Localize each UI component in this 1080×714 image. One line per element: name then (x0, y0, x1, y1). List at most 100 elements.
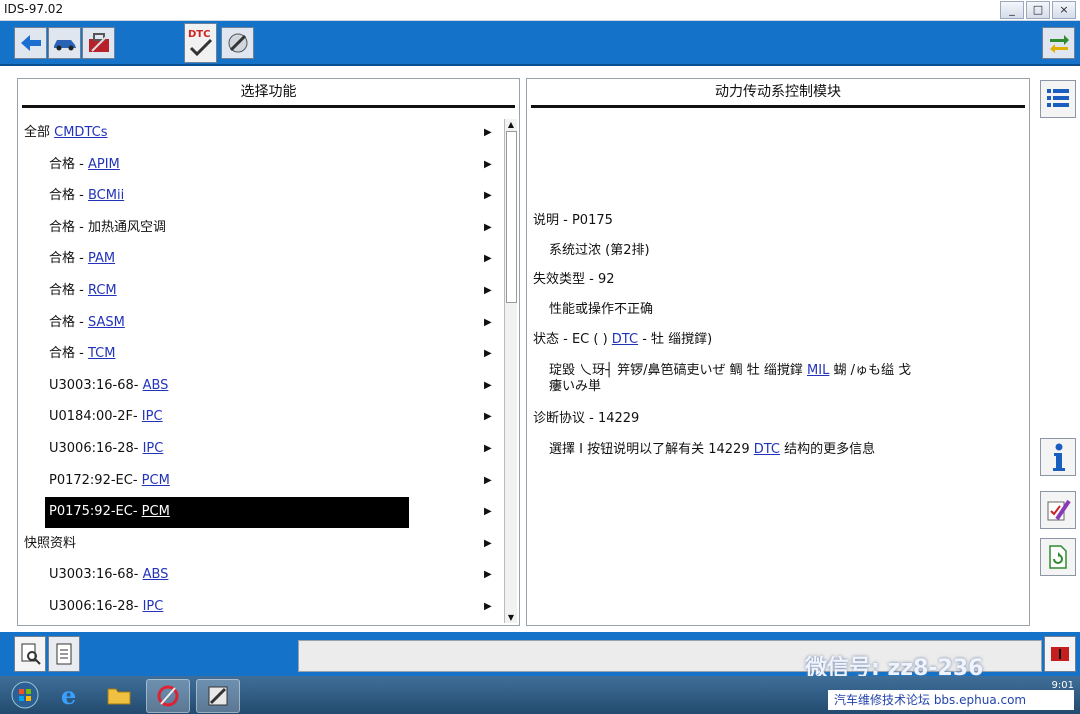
module-link[interactable]: ABS (143, 567, 169, 582)
list-item[interactable]: 合格 - BCMii ▶ (18, 182, 502, 210)
maximize-button[interactable]: □ (1026, 1, 1050, 19)
expand-arrow-icon[interactable]: ▶ (484, 309, 492, 337)
info-button[interactable] (1040, 438, 1076, 476)
list-item-prefix: 合格 - (49, 346, 88, 362)
expand-arrow-icon[interactable]: ▶ (484, 340, 492, 368)
start-button[interactable] (4, 679, 46, 711)
expand-arrow-icon[interactable]: ▶ (484, 498, 492, 526)
exit-icon (1051, 647, 1069, 661)
detail-text: 蝴 /ゅも缢 戈 (829, 363, 912, 378)
list-item-label: 合格 - TCM (49, 340, 115, 368)
list-group-row[interactable]: 快照资料 ▶ (18, 530, 502, 558)
close-button[interactable]: × (1052, 1, 1076, 19)
detail-text: 失效类型 - 92 (533, 272, 615, 287)
list-view-button[interactable] (1040, 80, 1076, 118)
list-item-prefix: P0175:92-EC- (49, 504, 142, 520)
dtc-tab-button[interactable]: DTC (184, 23, 217, 63)
list-item[interactable]: U0184:00-2F- IPC ▶ (18, 403, 502, 431)
expand-arrow-icon[interactable]: ▶ (484, 151, 492, 179)
list-item-label: 合格 - RCM (49, 277, 117, 305)
notepad-icon (56, 643, 72, 665)
list-item-label: 合格 - BCMii (49, 182, 124, 210)
module-link[interactable]: IPC (143, 441, 164, 456)
expand-arrow-icon[interactable]: ▶ (484, 214, 492, 242)
list-item[interactable]: U3006:16-28- IPC ▶ (18, 435, 502, 463)
vehicle-button[interactable] (48, 27, 81, 59)
scroll-up-icon[interactable]: ▲ (506, 119, 516, 130)
list-item[interactable]: 合格 - SASM ▶ (18, 309, 502, 337)
list-item[interactable]: 合格 - APIM ▶ (18, 151, 502, 179)
list-item[interactable]: 合格 - RCM ▶ (18, 277, 502, 305)
detail-link[interactable]: DTC (612, 332, 638, 347)
expand-arrow-icon[interactable]: ▶ (484, 182, 492, 210)
checklist-button[interactable] (1040, 491, 1076, 529)
module-link[interactable]: IPC (142, 409, 163, 424)
wrench-icon (208, 686, 228, 706)
list-item-label: 合格 - APIM (49, 151, 120, 179)
dtc-icon: DTC (188, 29, 212, 57)
expand-arrow-icon[interactable]: ▶ (484, 277, 492, 305)
refresh-document-button[interactable] (1040, 538, 1076, 576)
detail-text: 性能或操作不正确 (549, 302, 654, 317)
car-icon (53, 40, 76, 51)
module-link[interactable]: CMDTCs (54, 125, 107, 140)
list-item-label: U0184:00-2F- IPC (49, 403, 163, 431)
taskbar-app-2[interactable] (196, 679, 240, 713)
back-arrow-button[interactable] (14, 27, 47, 59)
list-item-prefix: 合格 - (49, 314, 88, 330)
detail-line: 说明 - P0175 (533, 209, 613, 228)
module-link[interactable]: ABS (143, 378, 169, 393)
detail-line: 诊断协议 - 14229 (533, 407, 639, 426)
document-search-icon (21, 643, 41, 665)
taskbar-ie[interactable]: e (50, 679, 92, 711)
module-link[interactable]: BCMii (88, 188, 124, 203)
taskbar-explorer[interactable] (98, 679, 140, 711)
toolbox-tab-button[interactable] (221, 27, 254, 59)
module-link[interactable]: TCM (88, 346, 115, 361)
expand-arrow-icon[interactable]: ▶ (484, 435, 492, 463)
expand-arrow-icon[interactable]: ▶ (484, 530, 492, 558)
list-item-label: U3006:16-28- IPC (49, 435, 163, 463)
expand-arrow-icon[interactable]: ▶ (484, 561, 492, 589)
taskbar-app-1[interactable] (146, 679, 190, 713)
toolbox-icon (88, 33, 109, 52)
expand-arrow-icon[interactable]: ▶ (484, 403, 492, 431)
list-item[interactable]: 合格 - PAM ▶ (18, 245, 502, 273)
module-link[interactable]: PAM (88, 251, 115, 266)
module-link[interactable]: APIM (88, 157, 120, 172)
swap-button[interactable] (1042, 27, 1075, 59)
detail-link[interactable]: DTC (754, 442, 780, 457)
list-item[interactable]: P0175:92-EC- PCM ▶ (18, 497, 502, 529)
internet-explorer-icon: e (61, 682, 76, 708)
notes-tab-button[interactable] (48, 636, 80, 672)
top-toolbar: DTC (0, 21, 1080, 66)
detail-line: 失效类型 - 92 (533, 268, 615, 287)
module-link[interactable]: PCM (142, 473, 170, 488)
list-item[interactable]: 合格 - 加热通风空调 ▶ (18, 214, 502, 242)
list-scrollbar[interactable]: ▲ ▼ (504, 119, 517, 623)
scroll-down-icon[interactable]: ▼ (506, 612, 516, 623)
scroll-thumb[interactable] (506, 131, 517, 303)
module-link[interactable]: RCM (88, 283, 117, 298)
module-link[interactable]: PCM (142, 504, 170, 519)
session-tab-button[interactable] (14, 636, 46, 672)
minimize-button[interactable]: _ (1000, 1, 1024, 19)
expand-arrow-icon[interactable]: ▶ (484, 593, 492, 621)
detail-link[interactable]: MIL (807, 363, 829, 378)
module-link[interactable]: IPC (143, 599, 164, 614)
list-item[interactable]: P0172:92-EC- PCM ▶ (18, 467, 502, 495)
expand-arrow-icon[interactable]: ▶ (484, 119, 492, 147)
toolbox-button[interactable] (82, 27, 115, 59)
list-item[interactable]: U3003:16-68- ABS ▶ (18, 561, 502, 589)
exit-button[interactable] (1044, 636, 1076, 672)
refresh-document-icon (1049, 545, 1067, 569)
list-group-row[interactable]: 全部 CMDTCs ▶ (18, 119, 502, 147)
list-item[interactable]: U3003:16-68- ABS ▶ (18, 372, 502, 400)
module-link[interactable]: SASM (88, 315, 125, 330)
expand-arrow-icon[interactable]: ▶ (484, 372, 492, 400)
expand-arrow-icon[interactable]: ▶ (484, 467, 492, 495)
list-item[interactable]: U3006:16-28- IPC ▶ (18, 593, 502, 621)
list-item[interactable]: 合格 - TCM ▶ (18, 340, 502, 368)
expand-arrow-icon[interactable]: ▶ (484, 245, 492, 273)
detail-text: 诊断协议 - 14229 (533, 411, 640, 426)
